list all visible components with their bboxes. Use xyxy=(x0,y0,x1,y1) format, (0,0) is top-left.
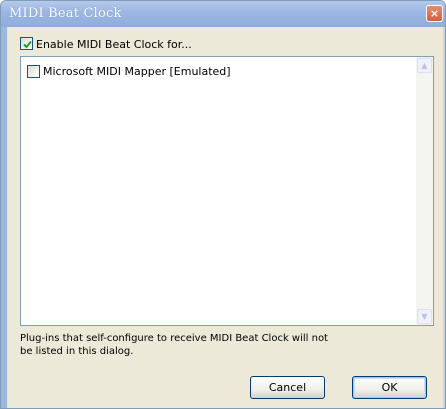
plugin-note-line-1: Plug-ins that self-configure to receive … xyxy=(20,333,328,344)
plugin-note: Plug-ins that self-configure to receive … xyxy=(20,332,360,358)
ok-button[interactable]: OK xyxy=(352,376,427,399)
close-button[interactable]: × xyxy=(426,5,443,22)
close-icon: × xyxy=(429,7,440,20)
cancel-button[interactable]: Cancel xyxy=(250,376,325,399)
chevron-down-icon: ▼ xyxy=(421,312,428,321)
enable-midi-beat-clock-label[interactable]: Enable MIDI Beat Clock for... xyxy=(36,38,192,51)
chevron-up-icon: ▲ xyxy=(421,61,428,70)
plugin-note-line-2: be listed in this dialog. xyxy=(20,346,134,357)
scroll-down-button[interactable]: ▼ xyxy=(417,309,432,324)
window-frame-left xyxy=(1,27,7,408)
title-bar[interactable]: MIDI Beat Clock × xyxy=(1,1,445,27)
window-frame-right xyxy=(443,27,445,408)
device-label[interactable]: Microsoft MIDI Mapper [Emulated] xyxy=(43,65,231,78)
list-scrollbar[interactable]: ▲ ▼ xyxy=(416,57,433,325)
scroll-up-button[interactable]: ▲ xyxy=(417,58,432,73)
midi-beat-clock-dialog: MIDI Beat Clock × Enable MIDI Beat Clock… xyxy=(0,0,446,409)
midi-device-list[interactable]: Microsoft MIDI Mapper [Emulated] ▲ ▼ xyxy=(20,56,434,326)
enable-midi-beat-clock-checkbox[interactable] xyxy=(20,37,33,50)
checkmark-icon xyxy=(23,40,32,49)
window-title: MIDI Beat Clock xyxy=(9,6,122,21)
device-checkbox[interactable] xyxy=(27,65,40,78)
